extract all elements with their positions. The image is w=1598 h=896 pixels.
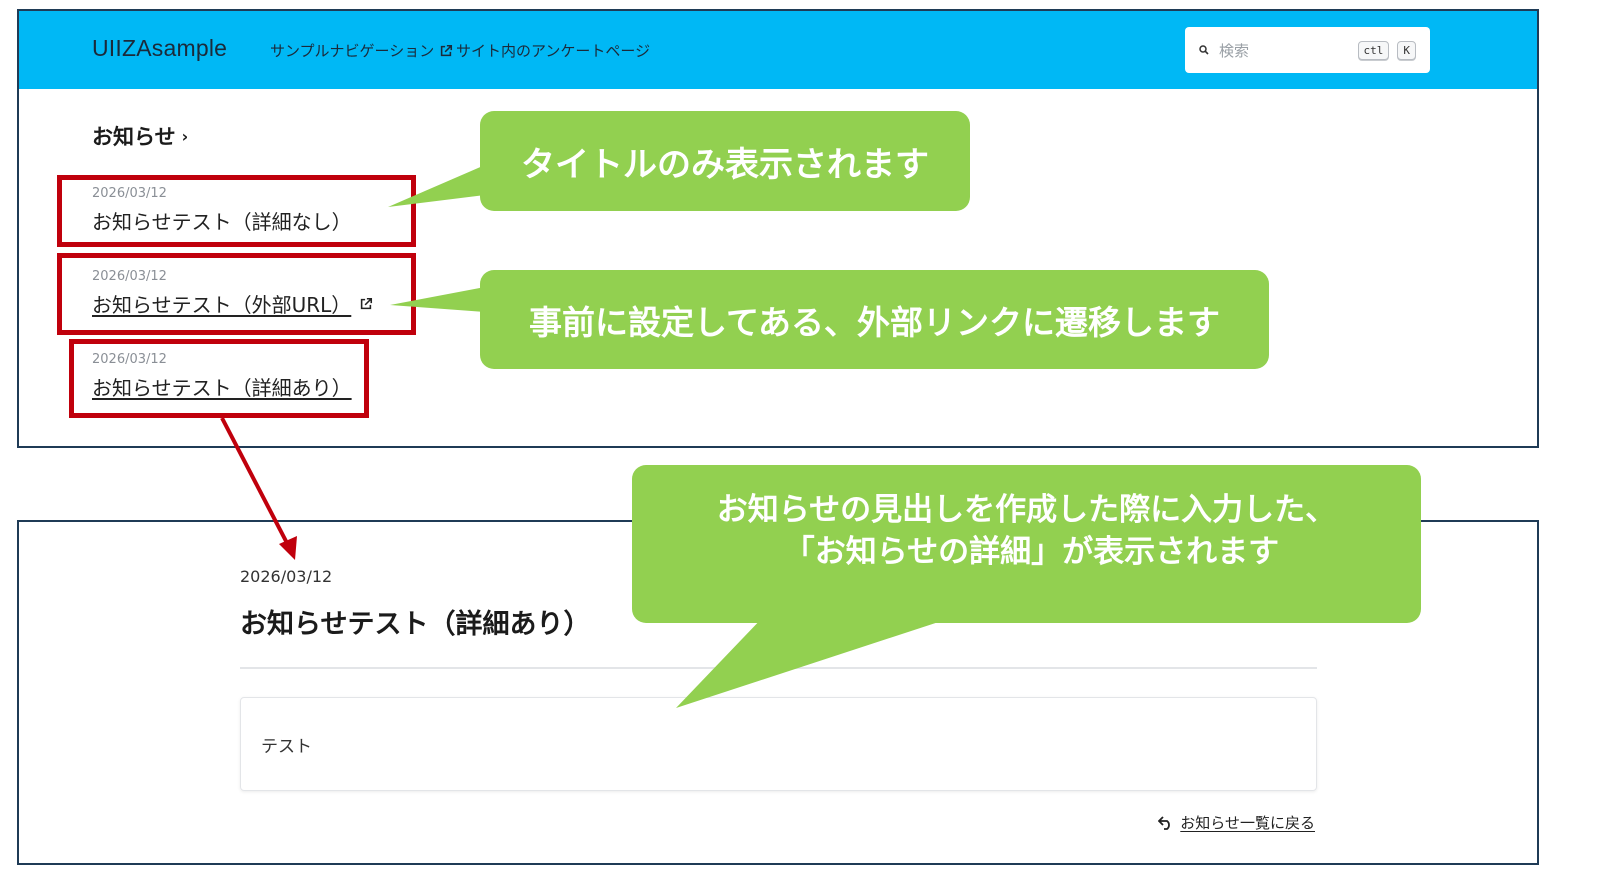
shortcut-key-ctl: ctl <box>1357 40 1390 60</box>
search-icon <box>1199 45 1209 55</box>
news-heading: お知らせ <box>92 125 176 149</box>
divider <box>240 667 1317 669</box>
site-header: UIIZAsample サンプルナビゲーション サイト内のアンケートページ 検索… <box>19 11 1537 89</box>
callout-title-only: タイトルのみ表示されます <box>480 111 970 211</box>
highlight-box-no-detail <box>57 175 416 247</box>
detail-date: 2026/03/12 <box>240 567 333 586</box>
news-heading-link[interactable]: お知らせ › <box>92 121 188 151</box>
search-input[interactable]: 検索 ctl K <box>1185 27 1430 73</box>
shortcut-key-k: K <box>1397 40 1416 60</box>
back-to-list-label: お知らせ一覧に戻る <box>1180 814 1315 832</box>
external-link-icon <box>439 44 453 58</box>
detail-body: テスト <box>240 697 1317 791</box>
callout-title-only-text: タイトルのみ表示されます <box>521 144 929 185</box>
callout-detail-line1: お知らせの見出しを作成した際に入力した、 <box>716 492 1337 528</box>
callout-external-link: 事前に設定してある、外部リンクに遷移します <box>480 270 1269 369</box>
chevron-right-icon: › <box>181 126 189 146</box>
nav-link-label: サイト内のアンケートページ <box>456 42 651 60</box>
highlight-box-with-detail <box>69 339 369 418</box>
detail-body-text: テスト <box>261 736 312 757</box>
search-placeholder: 検索 <box>1219 41 1250 60</box>
return-arrow-icon <box>1158 815 1174 830</box>
site-logo[interactable]: UIIZAsample <box>92 35 227 62</box>
back-to-list-link[interactable]: お知らせ一覧に戻る <box>1158 812 1315 833</box>
callout-detail-line2: 「お知らせの詳細」が表示されます <box>783 534 1280 570</box>
callout-external-link-text: 事前に設定してある、外部リンクに遷移します <box>528 302 1221 342</box>
highlight-box-external <box>57 253 416 335</box>
nav-link-sample-navigation[interactable]: サンプルナビゲーション <box>270 40 453 61</box>
detail-title: お知らせテスト（詳細あり） <box>240 609 591 640</box>
nav-link-survey-page[interactable]: サイト内のアンケートページ <box>456 40 650 61</box>
callout-detail: お知らせの見出しを作成した際に入力した、 「お知らせの詳細」が表示されます <box>632 465 1421 623</box>
nav-link-label: サンプルナビゲーション <box>270 42 435 60</box>
